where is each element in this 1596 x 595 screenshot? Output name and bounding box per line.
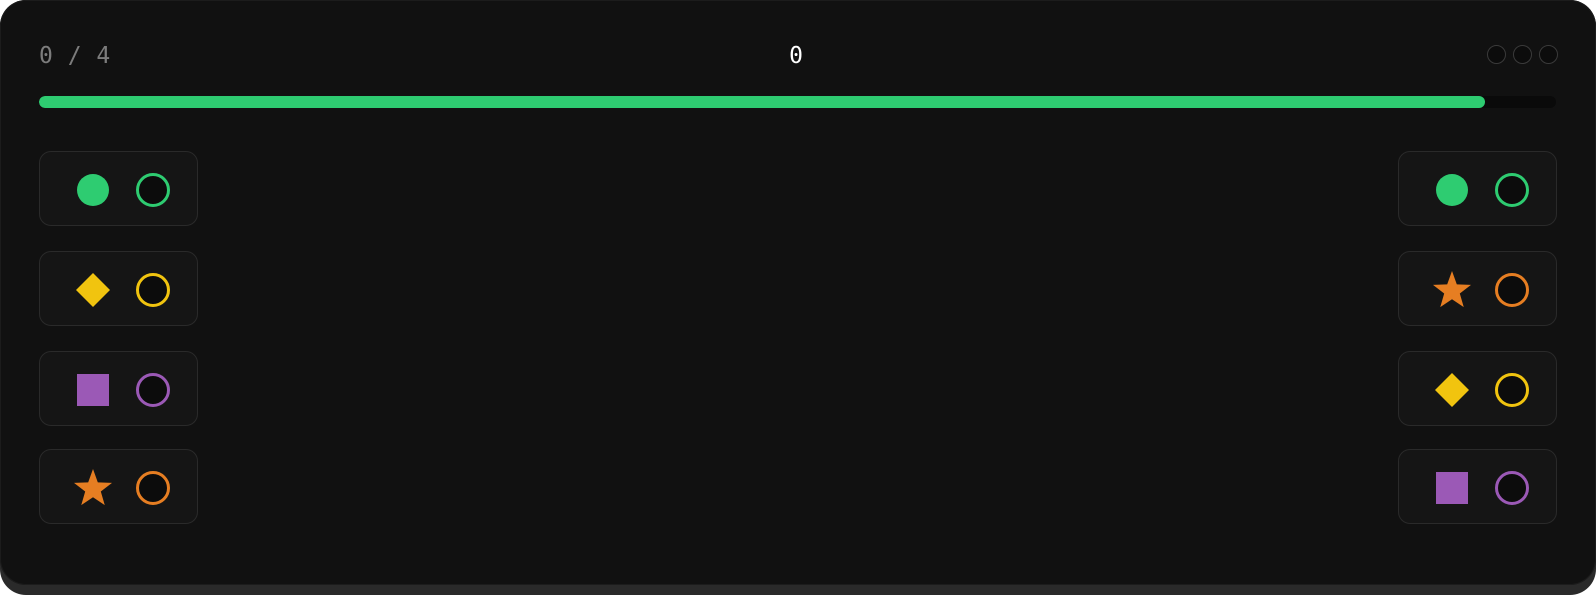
lives-indicator bbox=[1487, 45, 1558, 64]
circle-icon bbox=[1435, 173, 1469, 207]
right-tile-circle[interactable] bbox=[1398, 151, 1557, 226]
connector-socket[interactable] bbox=[1495, 471, 1529, 505]
timer-bar-fill bbox=[39, 96, 1485, 108]
square-icon bbox=[76, 373, 110, 407]
connector-socket[interactable] bbox=[136, 273, 170, 307]
left-tile-square[interactable] bbox=[39, 351, 198, 426]
right-tile-star[interactable] bbox=[1398, 251, 1557, 326]
game-panel: 0 / 4 0 bbox=[0, 0, 1596, 585]
life-indicator-3 bbox=[1539, 45, 1558, 64]
connector-socket[interactable] bbox=[1495, 273, 1529, 307]
diamond-icon bbox=[1435, 373, 1469, 407]
square-icon bbox=[1435, 471, 1469, 505]
connector-socket[interactable] bbox=[136, 173, 170, 207]
life-indicator-2 bbox=[1513, 45, 1532, 64]
right-tile-square[interactable] bbox=[1398, 449, 1557, 524]
score-display: 0 bbox=[789, 43, 803, 69]
life-indicator-1 bbox=[1487, 45, 1506, 64]
star-icon bbox=[73, 467, 113, 507]
connector-socket[interactable] bbox=[136, 471, 170, 505]
timer-bar bbox=[39, 96, 1556, 108]
connector-socket[interactable] bbox=[136, 373, 170, 407]
left-tile-star[interactable] bbox=[39, 449, 198, 524]
connector-socket[interactable] bbox=[1495, 373, 1529, 407]
left-tile-diamond[interactable] bbox=[39, 251, 198, 326]
left-tile-circle[interactable] bbox=[39, 151, 198, 226]
diamond-icon bbox=[76, 273, 110, 307]
circle-icon bbox=[76, 173, 110, 207]
star-icon bbox=[1432, 269, 1472, 309]
connector-socket[interactable] bbox=[1495, 173, 1529, 207]
right-tile-diamond[interactable] bbox=[1398, 351, 1557, 426]
